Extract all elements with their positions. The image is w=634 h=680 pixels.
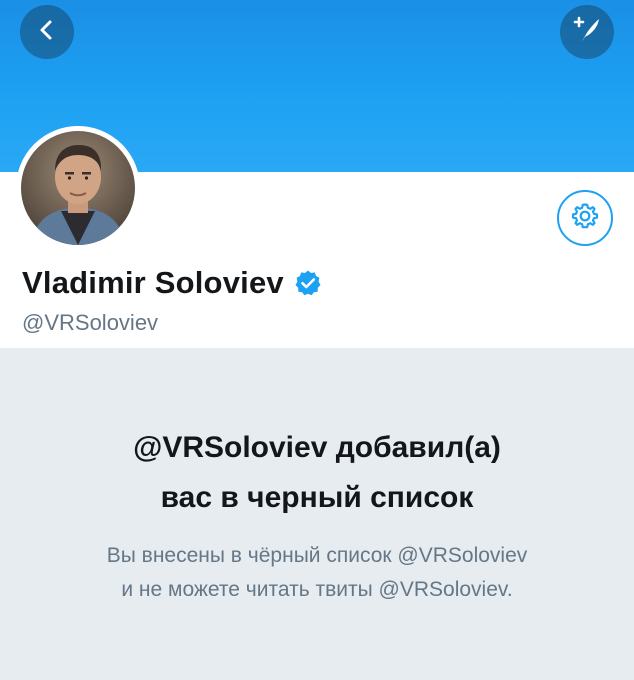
settings-button[interactable] (557, 190, 613, 246)
blocked-description-line2: и не можете читать твиты @VRSoloviev. (121, 578, 513, 601)
compose-tweet-button[interactable] (560, 5, 614, 59)
chevron-left-icon (34, 17, 60, 48)
profile-name-row: Vladimir Soloviev (22, 265, 322, 301)
blocked-title-line1: @VRSoloviev добавил(а) (133, 431, 501, 464)
blocked-title-line2: вас в черный список (160, 481, 474, 514)
compose-tweet-icon (570, 13, 604, 52)
verified-badge-icon (294, 269, 322, 297)
profile-display-name: Vladimir Soloviev (22, 265, 284, 300)
back-button[interactable] (20, 5, 74, 59)
avatar[interactable] (16, 126, 140, 250)
gear-icon (570, 201, 600, 236)
profile-handle: @VRSoloviev (22, 310, 159, 335)
blocked-description-line1: Вы внесены в чёрный список @VRSoloviev (106, 544, 528, 567)
